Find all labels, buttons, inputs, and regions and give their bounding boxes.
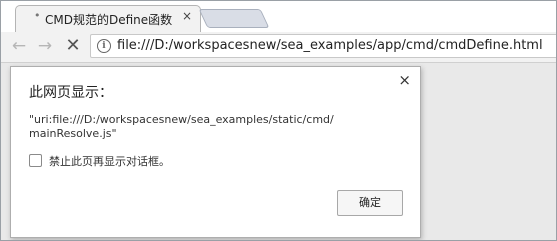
dialog-title: 此网页显示： <box>29 85 113 101</box>
tab-title: CMD规范的Define函数 <box>45 13 173 27</box>
toolbar: ← → ✕ i file:///D:/workspacesnew/sea_exa… <box>1 32 556 63</box>
info-icon[interactable]: i <box>97 39 111 53</box>
browser-window: • CMD规范的Define函数 × ← → ✕ i file:///D:/wo… <box>0 0 557 241</box>
dialog-message-line: mainResolve.js" <box>29 127 117 140</box>
new-tab-button[interactable] <box>198 9 270 28</box>
back-button[interactable]: ← <box>10 37 28 55</box>
suppress-dialogs-checkbox[interactable] <box>29 154 42 167</box>
dialog-message-line: "uri:file:///D:/workspacesnew/sea_exampl… <box>29 113 334 126</box>
tab-active[interactable]: • CMD规范的Define函数 × <box>15 5 201 32</box>
alert-dialog: × 此网页显示： "uri:file:///D:/workspacesnew/s… <box>10 66 421 238</box>
dialog-message: "uri:file:///D:/workspacesnew/sea_exampl… <box>29 113 409 141</box>
page-favicon-icon: • <box>34 9 41 22</box>
dialog-close-icon[interactable]: × <box>398 71 411 89</box>
suppress-dialogs-label[interactable]: 禁止此页再显示对话框。 <box>49 153 170 169</box>
address-bar[interactable]: i file:///D:/workspacesnew/sea_examples/… <box>90 34 556 58</box>
stop-button[interactable]: ✕ <box>64 37 82 55</box>
tab-strip: • CMD规范的Define函数 × <box>1 1 556 32</box>
ok-button[interactable]: 确定 <box>337 190 403 216</box>
tab-close-icon[interactable]: × <box>182 9 192 23</box>
forward-button[interactable]: → <box>36 37 54 55</box>
url-text[interactable]: file:///D:/workspacesnew/sea_examples/ap… <box>117 38 543 53</box>
